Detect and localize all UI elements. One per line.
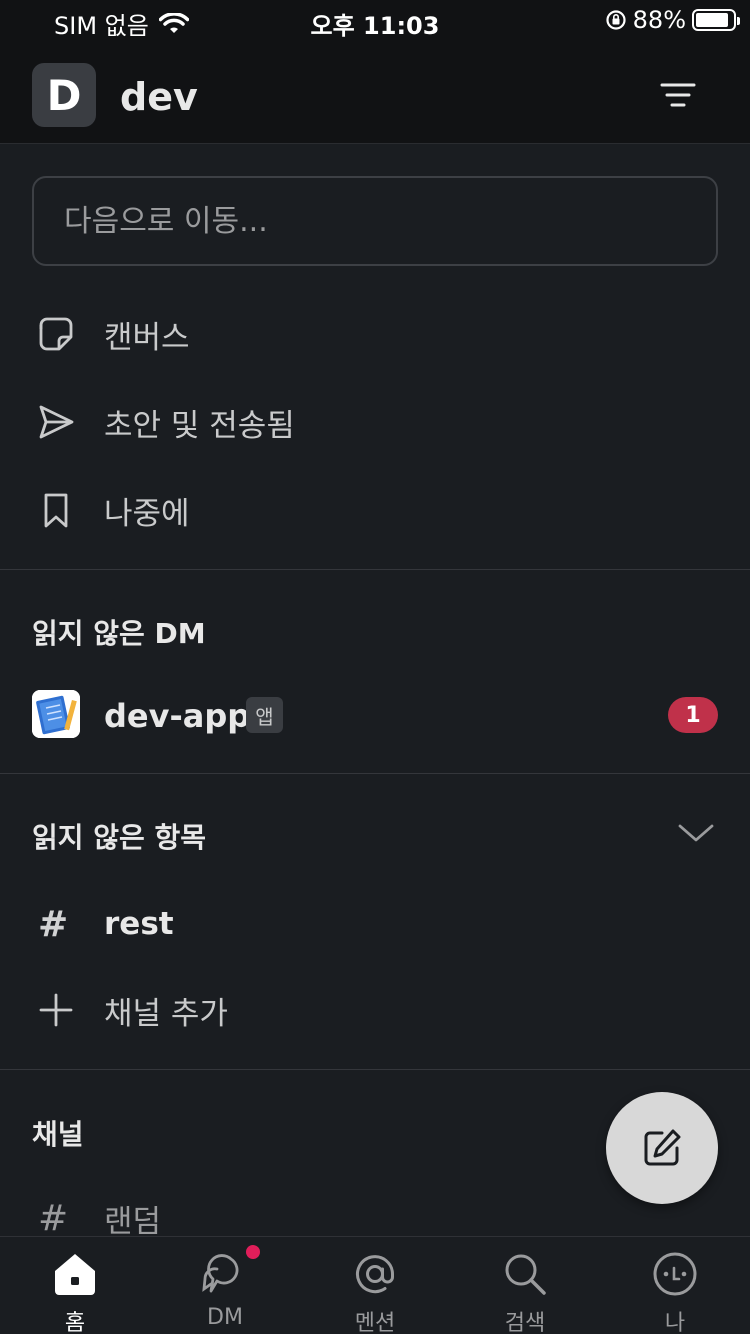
battery-percent: 88%	[632, 6, 686, 34]
hash-icon: #	[38, 1197, 69, 1239]
tab-label: 나	[664, 1311, 686, 1334]
battery-fill	[696, 13, 728, 27]
plus-icon	[36, 990, 76, 1030]
compose-button[interactable]	[606, 1092, 718, 1204]
status-right: 88%	[605, 6, 740, 34]
profile-icon	[650, 1249, 700, 1299]
divider	[0, 569, 750, 570]
notification-dot	[246, 1245, 260, 1259]
workspace-icon[interactable]: D	[32, 63, 96, 127]
bookmark-icon	[36, 490, 76, 530]
add-channel-button[interactable]: 채널 추가	[0, 970, 750, 1050]
tab-label: 멘션	[354, 1311, 396, 1334]
divider	[0, 773, 750, 774]
shortcut-label: 나중에	[104, 495, 190, 532]
search-icon	[500, 1249, 550, 1299]
rotation-lock-icon	[606, 10, 626, 30]
filter-icon[interactable]	[656, 80, 700, 110]
app-tag: 앱	[246, 697, 283, 733]
shortcut-label: 초안 및 전송됨	[104, 407, 295, 444]
send-icon	[36, 402, 76, 442]
shortcut-canvas[interactable]: 캔버스	[0, 294, 750, 374]
workspace-header: D dev	[0, 40, 750, 144]
tab-dm[interactable]: DM	[150, 1237, 300, 1334]
dm-icon	[200, 1249, 250, 1299]
tab-mentions[interactable]: 멘션	[300, 1237, 450, 1334]
section-title-unread-items[interactable]: 읽지 않은 항목	[32, 816, 206, 856]
jump-to-input[interactable]	[34, 178, 716, 264]
divider	[0, 1069, 750, 1070]
home-icon	[50, 1249, 100, 1299]
section-title-channels[interactable]: 채널	[32, 1113, 84, 1153]
add-channel-label: 채널 추가	[104, 995, 228, 1032]
tab-you[interactable]: 나	[600, 1237, 750, 1334]
battery-icon	[692, 9, 740, 31]
chevron-down-icon[interactable]	[676, 818, 716, 848]
tab-search[interactable]: 검색	[450, 1237, 600, 1334]
shortcut-label: 캔버스	[104, 319, 190, 356]
compose-icon	[644, 1129, 681, 1166]
channel-name: 랜덤	[104, 1203, 162, 1240]
tab-label: DM	[207, 1305, 243, 1330]
channel-name: rest	[104, 906, 174, 942]
shortcut-later[interactable]: 나중에	[0, 470, 750, 550]
shortcut-drafts-sent[interactable]: 초안 및 전송됨	[0, 382, 750, 462]
tab-label: 검색	[504, 1311, 546, 1334]
channel-item-rest[interactable]: # rest	[0, 884, 750, 964]
tab-home[interactable]: 홈	[0, 1237, 150, 1334]
mention-icon	[350, 1249, 400, 1299]
unread-count-badge: 1	[668, 697, 718, 733]
app-avatar	[32, 690, 80, 738]
section-title-unread-dm[interactable]: 읽지 않은 DM	[32, 612, 206, 652]
tab-label: 홈	[64, 1311, 86, 1334]
hash-icon: #	[38, 903, 69, 945]
canvas-icon	[36, 314, 76, 354]
jump-to-search[interactable]	[32, 176, 718, 266]
workspace-name[interactable]: dev	[120, 75, 198, 119]
dm-name: dev-app	[104, 697, 251, 735]
status-bar: SIM 없음 오후 11:03 88%	[0, 0, 750, 40]
bottom-tab-bar: 홈 DM 멘션 검색 나	[0, 1236, 750, 1334]
